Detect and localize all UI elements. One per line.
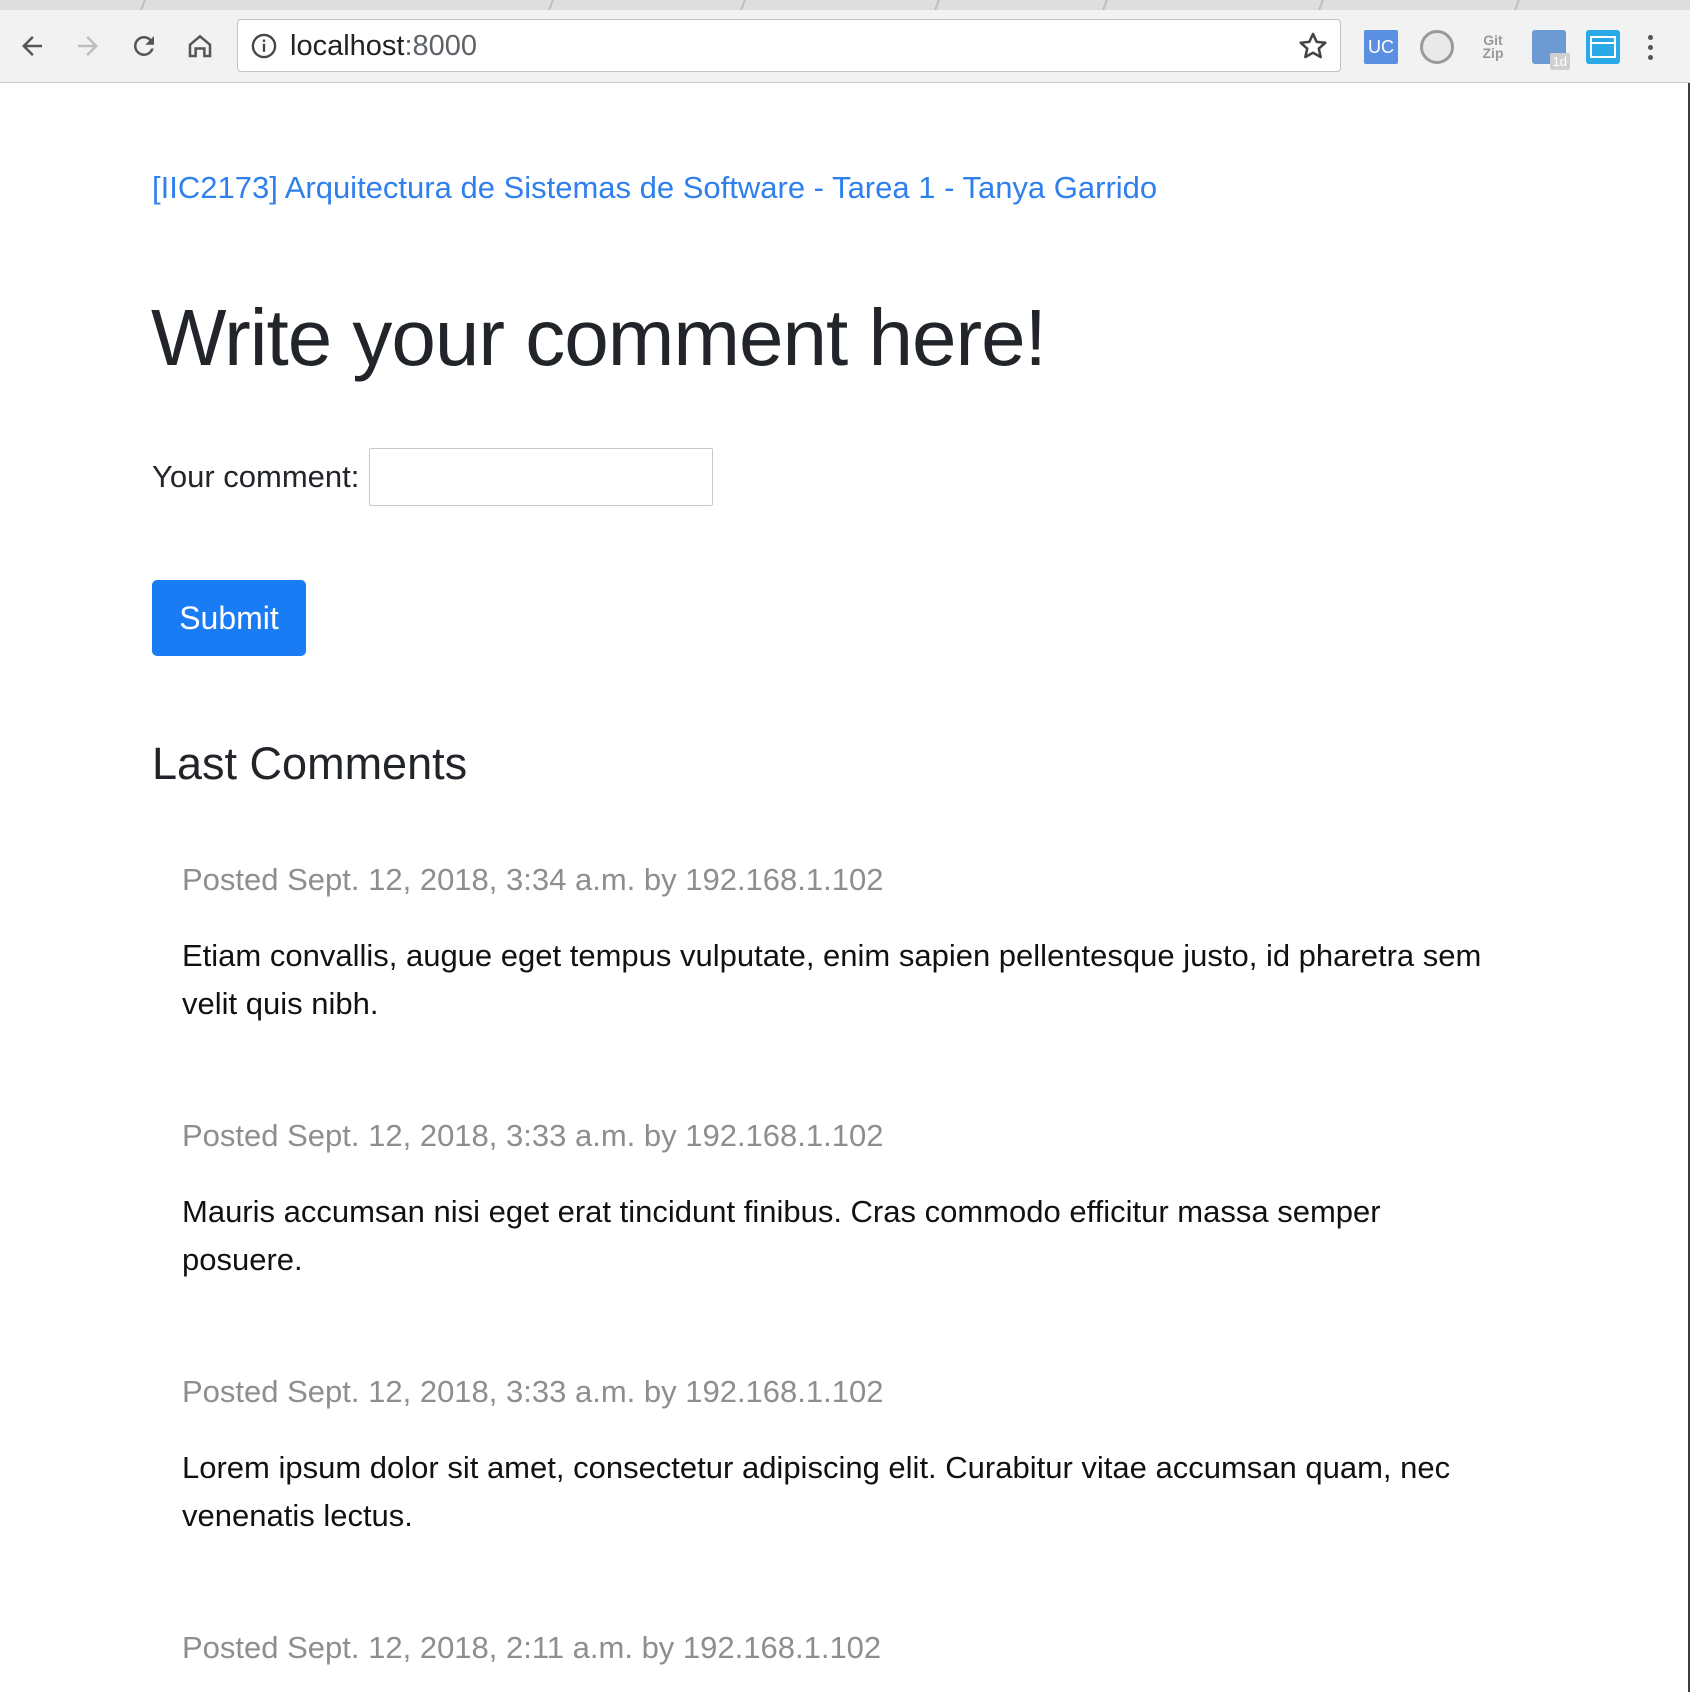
comment-text: Etiam convallis, augue eget tempus vulpu…: [182, 938, 1482, 1021]
comment-input[interactable]: [369, 448, 714, 506]
gitzip-label-bottom: Zip: [1482, 45, 1504, 61]
comment-item: Posted Sept. 12, 2018, 3:33 a.m. by 192.…: [182, 1116, 1502, 1284]
comment-meta: Posted Sept. 12, 2018, 3:34 a.m. by 192.…: [182, 862, 884, 897]
tab-divider: [140, 0, 146, 10]
comment-form: Your comment:: [152, 448, 714, 506]
comment-item: Posted Sept. 12, 2018, 3:33 a.m. by 192.…: [182, 1372, 1502, 1540]
address-bar[interactable]: localhost:8000: [237, 19, 1341, 72]
page-content: [IIC2173] Arquitectura de Sistemas de So…: [0, 84, 1688, 1692]
tab-divider: [548, 0, 554, 10]
comment-item: Posted Sept. 12, 2018, 2:11 a.m. by 192.…: [182, 1628, 1502, 1692]
forward-button[interactable]: [70, 28, 106, 64]
comment-label: Your comment:: [152, 459, 360, 494]
reload-button[interactable]: [126, 28, 162, 64]
browser-toolbar: localhost:8000 UC Git Zip 1d: [0, 10, 1690, 83]
bookmark-star-icon[interactable]: [1296, 29, 1330, 63]
comment-text: Mauris accumsan nisi eget erat tincidunt…: [182, 1194, 1381, 1277]
clock-extension-icon[interactable]: [1420, 30, 1454, 64]
comment-meta: Posted Sept. 12, 2018, 3:33 a.m. by 192.…: [182, 1374, 884, 1409]
arrow-left-icon: [22, 36, 42, 56]
window-extension-icon[interactable]: [1586, 30, 1620, 64]
arrow-right-icon: [78, 36, 98, 56]
home-button[interactable]: [182, 28, 218, 64]
comment-item: Posted Sept. 12, 2018, 3:34 a.m. by 192.…: [182, 860, 1502, 1028]
comment-meta: Posted Sept. 12, 2018, 2:11 a.m. by 192.…: [182, 1630, 882, 1665]
uc-extension-icon[interactable]: UC: [1364, 30, 1398, 64]
comment-text: Lorem ipsum dolor sit amet, consectetur …: [182, 1450, 1451, 1533]
window-icon: [1590, 36, 1616, 58]
section-title: Last Comments: [152, 738, 468, 789]
browser-menu-button[interactable]: [1640, 30, 1660, 64]
submit-button[interactable]: Submit: [152, 580, 306, 656]
tab-divider: [740, 0, 746, 10]
brand-link[interactable]: [IIC2173] Arquitectura de Sistemas de So…: [152, 170, 1157, 206]
calendar-badge: 1d: [1549, 53, 1570, 70]
back-button[interactable]: [14, 28, 50, 64]
page-heading: Write your comment here!: [151, 293, 1047, 382]
comment-meta: Posted Sept. 12, 2018, 3:33 a.m. by 192.…: [182, 1118, 884, 1153]
home-icon: [188, 34, 212, 58]
tab-divider: [1514, 0, 1520, 10]
tab-divider: [1102, 0, 1108, 10]
uc-extension-label: UC: [1368, 36, 1394, 57]
tab-divider: [934, 0, 940, 10]
reload-icon: [133, 35, 154, 56]
url-host: localhost: [290, 30, 405, 62]
info-icon[interactable]: [250, 32, 278, 60]
url-port: :8000: [404, 30, 478, 62]
gitzip-extension-icon[interactable]: Git Zip: [1476, 30, 1510, 64]
calendar-extension-icon[interactable]: 1d: [1532, 30, 1570, 70]
tab-divider: [1318, 0, 1324, 10]
url-text[interactable]: localhost:8000: [290, 31, 477, 61]
